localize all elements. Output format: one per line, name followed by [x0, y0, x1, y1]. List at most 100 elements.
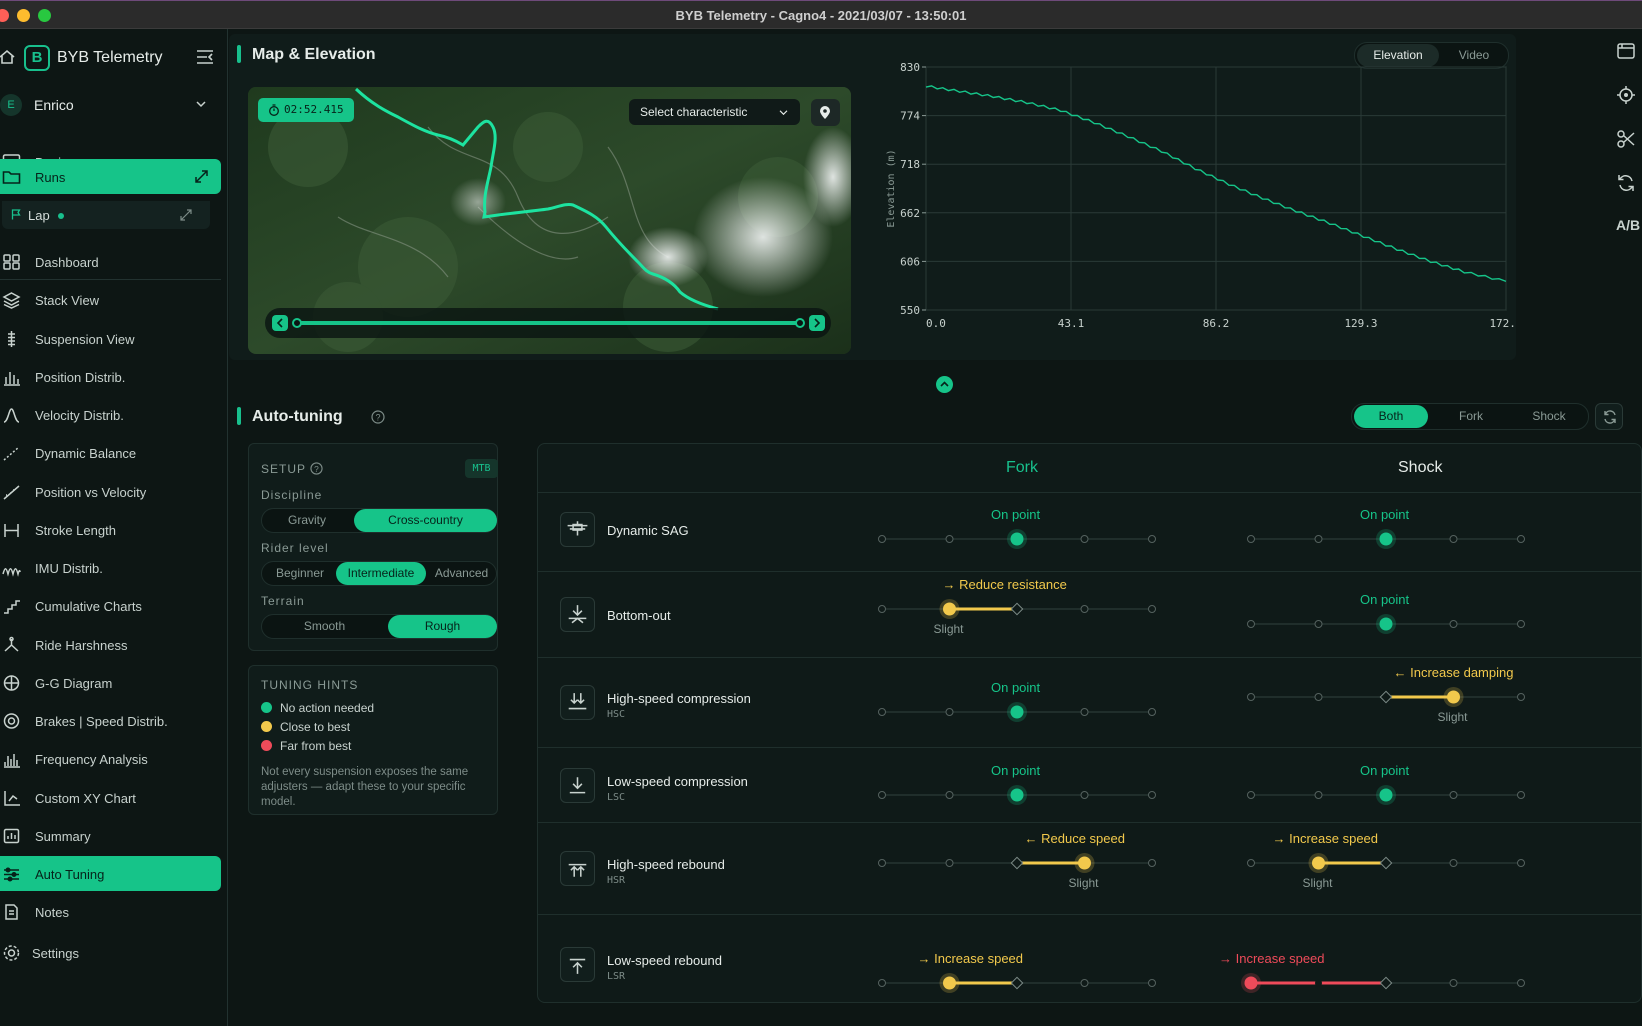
- shock-recommendation: On point: [1360, 592, 1409, 607]
- window-title: BYB Telemetry - Cagno4 - 2021/03/07 - 13…: [675, 8, 967, 23]
- dynamic-balance-icon: [3, 446, 20, 461]
- hint-label: No action needed: [280, 701, 375, 715]
- sidebar-item-summary[interactable]: Summary: [0, 818, 221, 854]
- expand-icon[interactable]: [194, 169, 209, 184]
- scale-tick: [945, 790, 954, 799]
- sidebar-item-notes[interactable]: Notes: [0, 894, 221, 930]
- scale-tick: [1080, 979, 1089, 987]
- satellite-map[interactable]: 02:52.415 Select characteristic: [248, 87, 851, 354]
- tuning-row: Bottom-out → Reduce resistance Slight On po…: [538, 571, 1641, 657]
- sidebar-item-velocity-distrib[interactable]: Velocity Distrib.: [0, 397, 221, 433]
- scale-tick: [1517, 693, 1525, 701]
- adjuster-name: Bottom-out: [607, 608, 671, 623]
- shock-recommendation: → Increase speed: [1273, 831, 1379, 846]
- velocity-distrib-icon: [3, 408, 20, 423]
- user-selector[interactable]: E Enrico: [0, 89, 220, 121]
- sidebar-item-label: Lap: [28, 208, 50, 223]
- sidebar-item-dynamic-balance[interactable]: Dynamic Balance: [0, 435, 221, 471]
- hint-close-to-best: Close to best: [261, 720, 350, 734]
- user-name: Enrico: [34, 97, 74, 113]
- collapse-panel-button[interactable]: [936, 376, 953, 393]
- characteristic-select[interactable]: Select characteristic: [629, 99, 800, 125]
- option-cross-country[interactable]: Cross-country: [354, 509, 497, 532]
- sidebar-item-imu-distrib[interactable]: IMU Distrib.: [0, 550, 221, 586]
- scale-tick: [945, 534, 954, 543]
- expand-icon[interactable]: [180, 209, 192, 221]
- sidebar-item-lap[interactable]: Lap: [2, 201, 210, 229]
- hint-far-from-best: Far from best: [261, 739, 351, 753]
- hints-note: Not every suspension exposes the same ad…: [261, 766, 469, 808]
- help-icon[interactable]: ?: [310, 462, 323, 475]
- refresh-button[interactable]: [1595, 403, 1623, 430]
- sidebar-item-label: Stack View: [35, 293, 100, 309]
- sidebar-item-ride-harshness[interactable]: Ride Harshness: [0, 627, 221, 663]
- scale-tick: [1517, 790, 1525, 799]
- sidebar-item-position-distrib[interactable]: Position Distrib.: [0, 359, 221, 395]
- window-titlebar: BYB Telemetry - Cagno4 - 2021/03/07 - 13…: [0, 0, 1642, 29]
- sidebar-item-brakes-speed-distrib[interactable]: Brakes | Speed Distrib.: [0, 703, 221, 739]
- sidebar-item-suspension-view[interactable]: Suspension View: [0, 321, 221, 357]
- scrub-left-button[interactable]: [272, 315, 288, 331]
- recommendation-label: On point: [1360, 592, 1410, 607]
- scrub-track[interactable]: [296, 321, 800, 325]
- avatar: E: [0, 94, 22, 116]
- window-icon[interactable]: [1616, 41, 1636, 61]
- sidebar-item-custom-xy-chart[interactable]: Custom XY Chart: [0, 780, 221, 816]
- sidebar-item-runs[interactable]: Runs: [0, 159, 221, 194]
- tab-fork[interactable]: Fork: [1436, 405, 1506, 428]
- sidebar-item-position-vs-velocity[interactable]: Position vs Velocity: [0, 474, 221, 510]
- option-beginner[interactable]: Beginner: [263, 562, 337, 585]
- sidebar-item-frequency-analysis[interactable]: Frequency Analysis: [0, 741, 221, 777]
- scale-tick: [1148, 534, 1156, 543]
- current-setting-marker: [1244, 976, 1258, 990]
- sidebar-item-auto-tuning[interactable]: Auto Tuning: [0, 856, 221, 891]
- hint-no-action: No action needed: [261, 701, 374, 715]
- shock-recommendation: ← Increase damping: [1394, 665, 1514, 680]
- sidebar-item-settings[interactable]: Settings: [0, 935, 221, 971]
- scrub-start-handle[interactable]: [292, 318, 302, 328]
- x-tick-label: 129.3: [1344, 317, 1377, 330]
- sidebar-item-cumulative-charts[interactable]: Cumulative Charts: [0, 588, 221, 624]
- option-advanced[interactable]: Advanced: [426, 562, 497, 585]
- scissors-icon[interactable]: [1616, 129, 1636, 149]
- ab-compare-icon[interactable]: A/B: [1616, 217, 1642, 237]
- tab-both[interactable]: Both: [1354, 405, 1428, 428]
- target-marker: [1379, 690, 1393, 704]
- status-dot: [58, 213, 64, 219]
- terrain-label: Terrain: [261, 594, 305, 608]
- section-title: Auto-tuning: [252, 408, 343, 425]
- sidebar-item-label: Dashboard: [35, 255, 99, 270]
- scrub-right-button[interactable]: [809, 315, 825, 331]
- brand: B BYB Telemetry: [0, 43, 228, 73]
- chevron-left-icon: [276, 318, 283, 328]
- recommendation-label: On point: [991, 506, 1041, 522]
- sidebar-item-label: Notes: [35, 905, 69, 921]
- timeline-scrubber[interactable]: [265, 308, 831, 338]
- option-rough[interactable]: Rough: [388, 615, 497, 638]
- arrow-icon: →: [917, 951, 935, 966]
- tuning-row: High-speed rebound HSR ← Reduce speed Sligh…: [538, 822, 1641, 914]
- home-icon[interactable]: [0, 48, 16, 66]
- sidebar-item-dashboard[interactable]: Dashboard: [0, 244, 221, 280]
- sync-icon[interactable]: [1616, 173, 1636, 193]
- collapse-sidebar-icon[interactable]: [196, 49, 214, 65]
- sidebar-item-stack-view[interactable]: Stack View: [0, 282, 221, 318]
- option-smooth[interactable]: Smooth: [263, 615, 386, 638]
- option-intermediate[interactable]: Intermediate: [336, 562, 426, 585]
- elevation-chart[interactable]: 0.0 43.1 86.2 129.3 172.4 830 774 718 662 606 550 E…: [856, 52, 1516, 352]
- scale-tick: [1517, 979, 1525, 987]
- help-icon[interactable]: ?: [371, 410, 385, 424]
- scale-tick: [1247, 620, 1255, 628]
- option-gravity[interactable]: Gravity: [263, 509, 351, 532]
- target-icon[interactable]: [1616, 85, 1636, 105]
- scrub-end-handle[interactable]: [795, 318, 805, 328]
- imu-distrib-icon: [2, 568, 21, 577]
- sidebar-item-g-g-diagram[interactable]: G-G Diagram: [0, 665, 221, 701]
- sidebar-item-stroke-length[interactable]: Stroke Length: [0, 512, 221, 548]
- scale-tick: [1148, 708, 1156, 716]
- sidebar-item-label: G-G Diagram: [35, 675, 113, 691]
- scale-tick: [1517, 859, 1525, 867]
- map-pin-button[interactable]: [811, 99, 840, 126]
- current-setting-marker: [1010, 788, 1024, 801]
- tab-shock[interactable]: Shock: [1512, 405, 1586, 428]
